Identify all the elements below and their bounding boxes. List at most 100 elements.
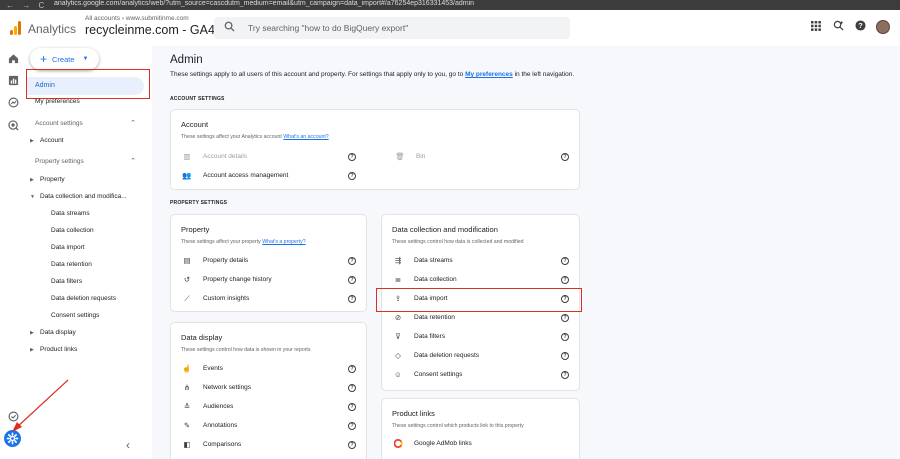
desc-suffix: in the left navigation. [512, 71, 575, 78]
data-display-label: Data display [40, 329, 76, 336]
sidebar-subitem-data-import[interactable]: Data import [26, 242, 152, 254]
product-links-card: Product links These settings control whi… [381, 398, 580, 459]
sidebar-section-account-settings[interactable]: Account settings ⌃ [26, 118, 152, 130]
consent-settings-row[interactable]: ☺ Consent settings ? [382, 368, 579, 382]
events-row[interactable]: ☝ Events ? [171, 362, 366, 376]
search-input[interactable]: Try searching "how to do BigQuery export… [248, 23, 408, 33]
admob-links-row[interactable]: Google AdMob links [382, 437, 579, 451]
help-circle-icon[interactable]: ? [561, 257, 569, 265]
account-access-management-row[interactable]: 👥 Account access management ? [171, 169, 376, 183]
bin-row[interactable]: 🗑 Bin ? [384, 150, 581, 164]
trash-icon: 🗑 [395, 152, 405, 161]
help-circle-icon[interactable]: ? [348, 441, 356, 449]
home-icon[interactable] [7, 53, 19, 65]
analytics-logo-icon[interactable] [10, 21, 21, 35]
search-insights-icon[interactable] [832, 20, 844, 34]
data-filters-row[interactable]: ⊽ Data filters ? [382, 330, 579, 344]
search-icon [224, 21, 246, 35]
sidebar-subitem-data-retention[interactable]: Data retention [26, 259, 152, 271]
left-rail [0, 46, 26, 459]
card-title: Account [181, 120, 209, 129]
my-preferences-link[interactable]: My preferences [465, 71, 513, 78]
custom-insights-row[interactable]: ⟋ Custom insights ? [171, 292, 366, 306]
collapse-sidebar-icon[interactable]: ‹ [126, 438, 130, 452]
sidebar-item-data-display[interactable]: ▶ Data display [26, 327, 152, 339]
explore-icon[interactable] [7, 97, 19, 109]
browser-url-bar: ← → C analytics.google.com/analytics/web… [0, 0, 900, 10]
page-title: Admin [170, 54, 203, 66]
filter-icon: ⊽ [395, 332, 401, 341]
help-circle-icon[interactable]: ? [348, 403, 356, 411]
help-circle-icon[interactable]: ? [348, 384, 356, 392]
row-label: Events [203, 365, 223, 372]
history-icon: ↺ [183, 275, 191, 284]
row-label: Data streams [414, 257, 453, 264]
data-retention-row[interactable]: ⊘ Data retention ? [382, 311, 579, 325]
breadcrumb: All accounts › www.submitinme.com [85, 15, 189, 22]
help-circle-icon[interactable]: ? [348, 172, 356, 180]
help-circle-icon[interactable]: ? [348, 365, 356, 373]
data-streams-row[interactable]: ⇶ Data streams ? [382, 254, 579, 268]
help-circle-icon[interactable]: ? [561, 153, 569, 161]
annotation-icon: ✎ [183, 421, 191, 430]
avatar[interactable] [876, 20, 890, 34]
advertising-icon[interactable] [7, 120, 19, 132]
whats-an-account-link[interactable]: What's an account? [283, 134, 328, 140]
network-settings-row[interactable]: ⋔ Network settings ? [171, 381, 366, 395]
search-bar[interactable]: Try searching "how to do BigQuery export… [214, 17, 570, 39]
sidebar-item-property[interactable]: ▶ Property [26, 174, 152, 186]
create-button[interactable]: + Create ▼ [30, 48, 99, 70]
sidebar-item-account[interactable]: ▶ Account [26, 135, 152, 147]
audiences-row[interactable]: ≛ Audiences ? [171, 400, 366, 414]
property-card: Property These settings affect your prop… [170, 214, 367, 312]
help-circle-icon[interactable]: ? [348, 257, 356, 265]
sidebar-subitem-data-deletion-requests[interactable]: Data deletion requests [26, 293, 152, 305]
help-circle-icon[interactable]: ? [348, 422, 356, 430]
help-circle-icon[interactable]: ? [561, 352, 569, 360]
help-circle-icon[interactable]: ? [348, 153, 356, 161]
help-circle-icon[interactable]: ? [561, 314, 569, 322]
apps-grid-icon[interactable] [810, 20, 822, 34]
reports-icon[interactable] [7, 75, 19, 87]
browser-url[interactable]: analytics.google.com/analytics/web/?utm_… [54, 0, 474, 9]
help-circle-icon[interactable]: ? [348, 295, 356, 303]
account-label: Account [40, 137, 64, 144]
property-details-row[interactable]: ▤ Property details ? [171, 254, 366, 268]
help-circle-icon[interactable]: ? [561, 276, 569, 284]
property-name-text: recycleinme.com - GA4 [85, 23, 215, 37]
help-icon[interactable]: ? [854, 20, 866, 34]
property-settings-label: Property settings [35, 158, 84, 165]
sidebar-section-property-settings[interactable]: Property settings ⌃ [26, 156, 152, 168]
whats-a-property-link[interactable]: What's a property? [262, 239, 305, 245]
sidebar-subitem-data-streams[interactable]: Data streams [26, 208, 152, 220]
dropdown-arrow-icon: ▼ [82, 56, 89, 62]
account-settings-label: Account settings [35, 120, 83, 127]
help-circle-icon[interactable]: ? [348, 276, 356, 284]
sidebar-subitem-data-collection[interactable]: Data collection [26, 225, 152, 237]
data-deletion-requests-row[interactable]: ◇ Data deletion requests ? [382, 349, 579, 363]
annotations-row[interactable]: ✎ Annotations ? [171, 419, 366, 433]
card-title: Product links [392, 409, 435, 418]
sidebar-subitem-consent-settings[interactable]: Consent settings [26, 310, 152, 322]
database-icon: ≣ [394, 275, 402, 284]
checklist-icon[interactable] [7, 411, 19, 423]
help-circle-icon[interactable]: ? [561, 371, 569, 379]
expand-arrow-icon: ▶ [30, 330, 34, 336]
property-name[interactable]: recycleinme.com - GA4 ▾ [85, 23, 222, 37]
account-card: Account These settings affect your Analy… [170, 109, 580, 190]
sidebar-subitem-data-filters[interactable]: Data filters [26, 276, 152, 288]
browser-nav-buttons[interactable]: ← → C [6, 1, 54, 10]
property-selector[interactable]: All accounts › www.submitinme.com recycl… [85, 15, 222, 37]
property-change-history-row[interactable]: ↺ Property change history ? [171, 273, 366, 287]
compare-icon: ◧ [183, 440, 191, 449]
app-name: Analytics [28, 22, 77, 36]
account-details-row[interactable]: ▥ Account details ? [171, 150, 376, 164]
sidebar-item-data-collection[interactable]: ▼ Data collection and modifica... [26, 191, 152, 203]
help-circle-icon[interactable]: ? [561, 333, 569, 341]
sidebar-item-my-preferences[interactable]: My preferences [26, 96, 152, 108]
sidebar-item-product-links[interactable]: ▶ Product links [26, 344, 152, 356]
create-label: Create [52, 54, 75, 64]
admin-gear-icon[interactable] [4, 430, 21, 447]
comparisons-row[interactable]: ◧ Comparisons ? [171, 438, 366, 452]
data-collection-row[interactable]: ≣ Data collection ? [382, 273, 579, 287]
